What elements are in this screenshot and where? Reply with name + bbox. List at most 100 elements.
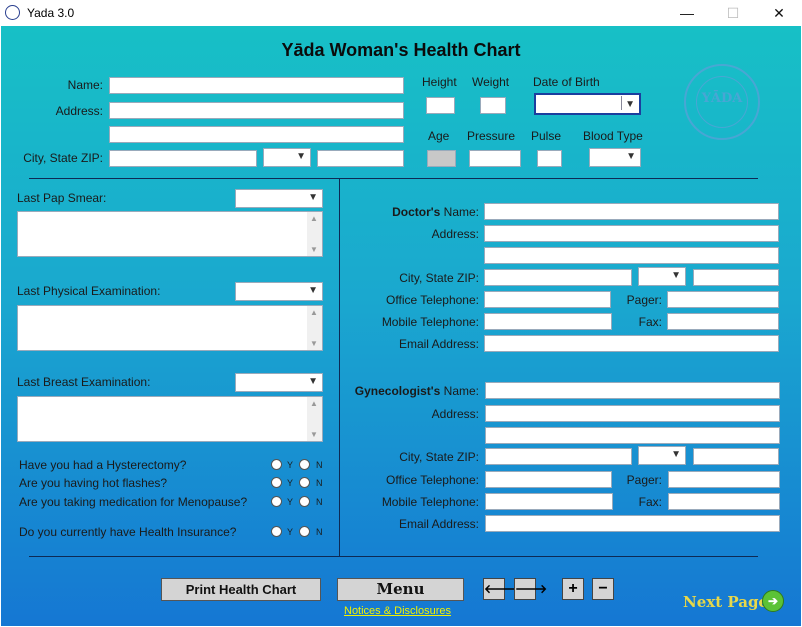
name-field[interactable]	[109, 77, 404, 94]
chevron-down-icon: ▼	[296, 151, 306, 162]
chevron-down-icon: ▼	[308, 376, 318, 387]
next-page-arrow-icon[interactable]: ➔	[762, 590, 784, 612]
app-window: Yada 3.0 — ☐ ✕ Yāda Woman's Health Chart…	[0, 0, 802, 627]
menu-button[interactable]: Menu	[337, 578, 464, 601]
doctor-mobile-label: Mobile Telephone:	[381, 315, 479, 329]
gynecologist-address2-field[interactable]	[485, 427, 780, 444]
gynecologist-mobile-field[interactable]	[485, 493, 613, 510]
gynecologist-office-phone-field[interactable]	[485, 471, 612, 488]
doctor-city-field[interactable]	[484, 269, 632, 286]
scrollbar[interactable]: ▲ ▼	[307, 397, 322, 441]
scrollbar[interactable]: ▲ ▼	[307, 212, 322, 256]
gynecologist-pager-label: Pager:	[626, 473, 662, 487]
doctor-office-phone-field[interactable]	[484, 291, 611, 308]
doctor-zip-field[interactable]	[693, 269, 779, 286]
print-health-chart-button[interactable]: Print Health Chart	[161, 578, 321, 601]
maximize-button[interactable]: ☐	[710, 0, 756, 26]
window-title: Yada 3.0	[27, 6, 75, 20]
minimize-button[interactable]: —	[664, 0, 710, 26]
zip-field[interactable]	[317, 150, 404, 167]
gynecologist-state-dropdown[interactable]: ▼	[638, 446, 686, 465]
breast-exam-date-dropdown[interactable]: ▼	[235, 373, 323, 392]
hysterectomy-yes-radio[interactable]	[271, 459, 282, 470]
address-line1-field[interactable]	[109, 102, 404, 119]
gynecologist-fax-field[interactable]	[668, 493, 780, 510]
doctor-email-label: Email Address:	[398, 337, 479, 351]
previous-record-button[interactable]: 🡐	[483, 578, 516, 600]
scroll-down-icon[interactable]: ▼	[310, 430, 318, 439]
doctor-address2-field[interactable]	[484, 247, 779, 264]
city-field[interactable]	[109, 150, 257, 167]
insurance-yes-radio[interactable]	[271, 526, 282, 537]
pulse-label: Pulse	[531, 129, 562, 143]
hot-flashes-yes-radio[interactable]	[271, 477, 282, 488]
next-page-link[interactable]: Next Page	[683, 593, 768, 611]
divider	[29, 178, 758, 179]
pap-smear-notes[interactable]: ▲ ▼	[17, 211, 323, 257]
dob-dropdown[interactable]: ▼	[534, 93, 641, 115]
age-field	[427, 150, 456, 167]
weight-label: Weight	[472, 75, 510, 89]
gynecologist-zip-field[interactable]	[693, 448, 779, 465]
dropdown-divider	[621, 96, 622, 110]
delete-record-button[interactable]: −	[592, 578, 614, 600]
gynecologist-city-field[interactable]	[485, 448, 632, 465]
chevron-down-icon: ▼	[308, 192, 318, 203]
pressure-field[interactable]	[469, 150, 521, 167]
state-dropdown[interactable]: ▼	[263, 148, 311, 167]
page-title: Yāda Woman's Health Chart	[281, 40, 521, 60]
scroll-up-icon[interactable]: ▲	[310, 308, 318, 317]
gynecologist-pager-field[interactable]	[668, 471, 780, 488]
doctor-address1-field[interactable]	[484, 225, 779, 242]
menopause-medication-question: Are you taking medication for Menopause?	[19, 495, 248, 509]
scroll-up-icon[interactable]: ▲	[310, 214, 318, 223]
yes-label: Y	[287, 497, 294, 507]
hysterectomy-no-radio[interactable]	[299, 459, 310, 470]
gynecologist-email-field[interactable]	[485, 515, 780, 532]
weight-field[interactable]	[480, 97, 506, 114]
hot-flashes-question: Are you having hot flashes?	[19, 476, 168, 490]
breast-exam-notes[interactable]: ▲ ▼	[17, 396, 323, 442]
address-label: Address:	[55, 104, 103, 118]
doctor-email-field[interactable]	[484, 335, 779, 352]
address-line2-field[interactable]	[109, 126, 404, 143]
scroll-down-icon[interactable]: ▼	[310, 339, 318, 348]
title-bar: Yada 3.0 — ☐ ✕	[0, 0, 802, 26]
next-record-button[interactable]: 🡒	[514, 578, 547, 600]
height-field[interactable]	[426, 97, 455, 114]
doctor-mobile-field[interactable]	[484, 313, 612, 330]
blood-type-dropdown[interactable]: ▼	[589, 148, 641, 167]
health-insurance-question: Do you currently have Health Insurance?	[19, 525, 237, 539]
chevron-down-icon: ▼	[671, 449, 681, 460]
plus-icon: +	[568, 580, 578, 597]
doctor-fax-field[interactable]	[667, 313, 779, 330]
close-button[interactable]: ✕	[756, 0, 802, 26]
doctor-pager-field[interactable]	[667, 291, 779, 308]
doctor-name-field[interactable]	[484, 203, 779, 220]
no-label: N	[316, 527, 323, 537]
add-record-button[interactable]: +	[562, 578, 584, 600]
pulse-field[interactable]	[537, 150, 562, 167]
hot-flashes-no-radio[interactable]	[299, 477, 310, 488]
hysterectomy-question: Have you had a Hysterectomy?	[19, 458, 187, 472]
no-label: N	[316, 478, 323, 488]
scrollbar[interactable]: ▲ ▼	[307, 306, 322, 350]
chevron-down-icon: ▼	[671, 270, 681, 281]
insurance-no-radio[interactable]	[299, 526, 310, 537]
gynecologist-address1-field[interactable]	[485, 405, 780, 422]
menopause-yes-radio[interactable]	[271, 496, 282, 507]
physical-exam-date-dropdown[interactable]: ▼	[235, 282, 323, 301]
gynecologist-fax-label: Fax:	[638, 495, 662, 509]
gynecologist-name-field[interactable]	[485, 382, 780, 399]
gynecologist-name-label: Gynecologist's Name:	[331, 384, 479, 398]
doctor-name-label: Doctor's Name:	[346, 205, 479, 219]
doctor-state-dropdown[interactable]: ▼	[638, 267, 686, 286]
notices-disclosures-link[interactable]: Notices & Disclosures	[344, 605, 451, 617]
physical-exam-notes[interactable]: ▲ ▼	[17, 305, 323, 351]
scroll-down-icon[interactable]: ▼	[310, 245, 318, 254]
doctor-office-label: Office Telephone:	[386, 293, 479, 307]
menopause-no-radio[interactable]	[299, 496, 310, 507]
scroll-up-icon[interactable]: ▲	[310, 399, 318, 408]
pap-smear-date-dropdown[interactable]: ▼	[235, 189, 323, 208]
breast-exam-label: Last Breast Examination:	[17, 375, 151, 389]
